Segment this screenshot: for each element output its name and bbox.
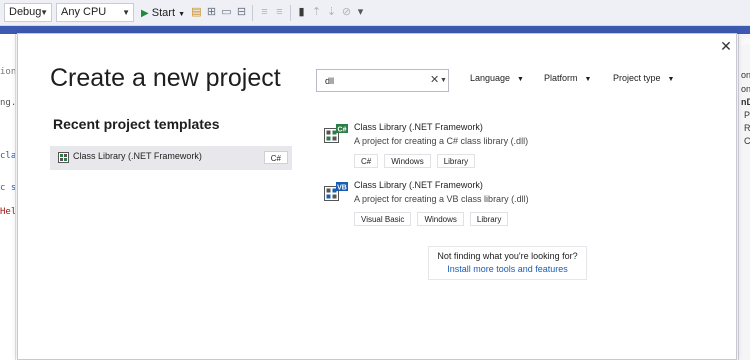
vb-badge: VB [337,185,347,192]
install-more-tools-link[interactable]: Install more tools and features [429,264,586,274]
tag-platform: Windows [417,212,464,226]
start-button[interactable]: ▶ Start ▼ [141,4,185,22]
search-input[interactable] [325,74,425,87]
tag-platform: Windows [384,154,431,168]
not-finding-question: Not finding what you're looking for? [437,251,578,261]
align-right-icon[interactable]: ≡ [273,6,286,19]
csharp-badge: C# [338,127,347,134]
chevron-down-icon: ▼ [40,8,48,17]
panel-fragment: on [741,84,750,94]
overflow-chevron-icon[interactable]: ▾ [354,6,367,19]
page-title: Create a new project [50,64,281,92]
tag-language: Visual Basic [354,212,412,226]
result-title: Class Library (.NET Framework) [354,122,483,132]
background-solution-panel [738,34,750,360]
project-type-filter[interactable]: Project type ▼ [613,73,674,83]
configuration-value: Debug [9,6,42,18]
result-tags: Visual Basic Windows Library [354,209,514,226]
panel-fragment: Pr [744,110,750,120]
next-bookmark-icon[interactable]: ⇣ [325,6,338,19]
chevron-down-icon: ▼ [584,76,592,83]
not-finding-panel: Not finding what you're looking for? Ins… [428,246,587,280]
background-code-editor: ions ng. class c st Hell [0,34,16,360]
chevron-down-icon: ▼ [667,76,675,83]
panel-fragment: R [744,123,750,133]
template-search-box: ✕ ▼ [316,69,449,92]
language-filter[interactable]: Language ▼ [470,73,524,83]
tag-language: C# [354,154,379,168]
chevron-down-icon: ▼ [517,76,524,83]
align-left-icon[interactable]: ≡ [258,6,271,19]
language-badge: C# [263,151,288,164]
code-fragment: ions [0,67,16,77]
class-library-icon [58,152,69,163]
platform-dropdown[interactable]: Any CPU ▼ [56,3,134,22]
result-tags: C# Windows Library [354,151,481,168]
code-fragment: c st [0,183,16,193]
toolbar-divider [290,5,291,21]
result-title: Class Library (.NET Framework) [354,180,483,190]
recent-template-item[interactable]: Class Library (.NET Framework) C# [50,146,292,170]
panel-fragment: nD [741,97,750,107]
chevron-down-icon: ▼ [178,11,185,18]
window-layout-icon[interactable]: ▭ [220,6,233,19]
vb-library-icon: VB [324,182,348,201]
platform-value: Any CPU [61,6,107,18]
toolbar-divider [252,5,253,21]
template-result-vb[interactable]: VB Class Library (.NET Framework) A proj… [324,180,624,232]
code-map-icon[interactable]: ⊟ [235,6,248,19]
panel-fragment: plo [741,36,750,46]
browser-link-icon[interactable]: ⊞ [205,6,218,19]
recent-template-label: Class Library (.NET Framework) [73,151,202,161]
platform-filter[interactable]: Platform ▼ [544,73,591,83]
code-fragment: class [0,151,16,161]
panel-fragment: C [744,136,750,146]
chevron-down-icon: ▼ [122,8,130,17]
prev-bookmark-icon[interactable]: ⇡ [310,6,323,19]
ide-toolbar: Debug ▼ Any CPU ▼ ▶ Start ▼ ▤ ⊞ ▭ ⊟ ≡ ≡ … [0,0,750,26]
project-type-filter-label: Project type [613,73,661,83]
result-description: A project for creating a VB class librar… [354,194,529,204]
recent-templates-heading: Recent project templates [53,116,220,132]
run-options-icon[interactable]: ▤ [190,6,203,19]
result-description: A project for creating a C# class librar… [354,136,529,146]
code-fragment: Hell [0,207,16,217]
configuration-dropdown[interactable]: Debug ▼ [4,3,52,22]
csharp-library-icon: C# [324,124,348,143]
clear-search-icon[interactable]: ✕ [430,73,439,87]
panel-fragment: on [741,70,750,80]
language-filter-label: Language [470,73,511,83]
play-icon: ▶ [141,8,149,19]
template-result-csharp[interactable]: C# Class Library (.NET Framework) A proj… [324,122,624,174]
platform-filter-label: Platform [544,73,578,83]
bookmark-icon[interactable]: ▮ [295,6,308,19]
create-project-dialog: ✕ Create a new project Recent project te… [17,33,737,360]
start-label: Start [151,7,175,19]
clear-bookmarks-icon[interactable]: ⊘ [340,6,353,19]
code-fragment: ng. [0,98,16,108]
close-icon[interactable]: ✕ [718,38,734,54]
tag-type: Library [469,212,509,226]
tag-type: Library [436,154,476,168]
chevron-down-icon[interactable]: ▼ [440,74,447,88]
